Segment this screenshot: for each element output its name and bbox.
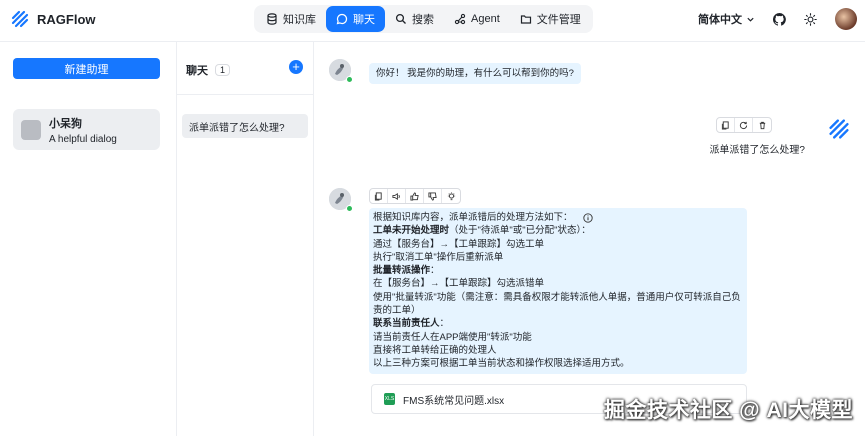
thumbs-down-icon <box>428 191 437 201</box>
assistant-name: 小呆狗 <box>49 117 82 130</box>
regenerate-button[interactable] <box>735 118 753 132</box>
refresh-icon <box>739 121 748 129</box>
app-logo[interactable]: RAGFlow <box>10 9 96 29</box>
conversation-item[interactable]: 派单派错了怎么处理? <box>182 114 308 138</box>
chat-window: 你好！ 我是你的助理，有什么可以帮到你的吗? 派单派错了怎么处理? 根据知识库内… <box>314 42 865 436</box>
ragflow-logo-icon <box>11 10 29 28</box>
thumbs-up-icon <box>410 191 419 201</box>
theme-toggle-icon[interactable] <box>804 12 817 26</box>
answer-line: 使用"批量转派"功能（需注意：需具备权限才能转派他人单据，普通用户仅可转派自己负… <box>373 291 741 317</box>
user-message-avatar-icon <box>829 119 849 139</box>
copy-button[interactable] <box>717 118 735 132</box>
read-aloud-button[interactable] <box>388 189 406 203</box>
chat-count-badge: 1 <box>215 64 231 76</box>
database-icon <box>267 13 277 25</box>
answer-section: 工单未开始处理时（处于"待派单"或"已分配"状态）： <box>373 224 741 237</box>
section-title: 批量转派操作 <box>373 265 431 277</box>
user-question: 派单派错了怎么处理? <box>709 145 805 156</box>
chat-list-header: 聊天 1 <box>186 62 231 78</box>
github-icon[interactable] <box>773 12 786 26</box>
copy-icon <box>374 191 382 201</box>
header-actions: 简体中文 <box>698 8 857 30</box>
nav-label: 知识库 <box>283 14 316 26</box>
chat-list-panel: 聊天 1 + 派单派错了怎么处理? <box>177 42 314 436</box>
greeting-text: 你好！ 我是你的助理，有什么可以帮到你的吗? <box>376 68 574 79</box>
like-button[interactable] <box>406 189 424 203</box>
app-name: RAGFlow <box>37 11 96 27</box>
delete-button[interactable] <box>753 118 771 132</box>
new-assistant-button[interactable]: 新建助理 <box>13 58 160 79</box>
answer-section: 联系当前责任人： <box>373 317 741 330</box>
nav-chat[interactable]: 聊天 <box>326 6 385 32</box>
answer-line: 执行"取消工单"操作后重新派单 <box>373 251 504 263</box>
assistant-avatar <box>21 119 41 140</box>
section-suffix: （处于"待派单"或"已分配"状态）： <box>449 225 591 237</box>
language-select[interactable]: 简体中文 <box>698 11 755 27</box>
user-message-toolbar <box>716 117 772 133</box>
conversation-title: 派单派错了怎么处理? <box>189 122 285 134</box>
section-suffix: ： <box>439 318 450 330</box>
nav-file-management[interactable]: 文件管理 <box>510 6 591 32</box>
language-label: 简体中文 <box>698 14 742 26</box>
answer-intro: 根据知识库内容，派单派错后的处理方法如下： <box>373 212 573 223</box>
divider <box>177 94 314 95</box>
answer-toolbar <box>369 188 461 204</box>
nav-agent[interactable]: Agent <box>444 6 510 32</box>
assistant-message-avatar <box>329 59 353 83</box>
info-icon[interactable] <box>582 212 593 223</box>
answer-line: 直接将工单转给正确的处理人 <box>373 344 497 356</box>
answer-message: 根据知识库内容，派单派错后的处理方法如下： 工单未开始处理时（处于"待派单"或"… <box>369 208 747 374</box>
answer-line: 通过【服务台】→【工单跟踪】勾选工单 <box>373 238 545 250</box>
assistant-card[interactable]: 小呆狗 A helpful dialog <box>13 109 160 150</box>
greeting-message: 你好！ 我是你的助理，有什么可以帮到你的吗? <box>369 63 581 85</box>
copy-icon <box>721 120 729 130</box>
nav-label: Agent <box>471 13 500 25</box>
top-bar: RAGFlow 知识库 聊天 搜索 Agent 文件管理 简体中文 <box>0 0 865 42</box>
main-nav: 知识库 聊天 搜索 Agent 文件管理 <box>254 5 593 33</box>
trash-icon <box>759 121 765 129</box>
speaker-icon <box>392 192 400 200</box>
nav-label: 聊天 <box>353 14 375 26</box>
prompt-button[interactable] <box>442 189 460 203</box>
folder-icon <box>520 15 531 24</box>
online-status-dot <box>346 205 353 212</box>
copy-button[interactable] <box>370 189 388 203</box>
answer-line: 请当前责任人在APP端使用"转派"功能 <box>373 331 532 343</box>
nav-label: 搜索 <box>412 14 434 26</box>
user-avatar[interactable] <box>835 8 857 30</box>
search-icon <box>395 13 406 24</box>
excel-file-icon: XLS <box>384 393 395 405</box>
chat-icon <box>336 13 348 25</box>
agent-icon <box>454 13 466 25</box>
section-suffix: ： <box>430 265 440 277</box>
assistant-description: A helpful dialog <box>49 133 117 145</box>
section-title: 联系当前责任人 <box>373 318 440 330</box>
nav-label: 文件管理 <box>536 14 581 26</box>
lightbulb-icon <box>447 191 455 200</box>
attachment-name: FMS系统常见问题.xlsx <box>403 395 505 407</box>
nav-search[interactable]: 搜索 <box>385 6 444 32</box>
nav-knowledge-base[interactable]: 知识库 <box>256 6 326 32</box>
answer-line: 在【服务台】→【工单跟踪】勾选派错单 <box>373 278 545 290</box>
section-title: 工单未开始处理时 <box>373 225 450 237</box>
add-chat-button[interactable]: + <box>289 60 303 74</box>
online-status-dot <box>346 76 353 83</box>
answer-section: 批量转派操作： <box>373 264 741 277</box>
watermark: 掘金技术社区 @ AI大模型 <box>603 399 853 422</box>
answer-conclusion: 以上三种方案可根据工单当前状态和操作权限选择适用方式。 <box>373 358 630 370</box>
assistant-panel: 新建助理 小呆狗 A helpful dialog <box>0 42 177 436</box>
chevron-down-icon <box>747 17 754 22</box>
dislike-button[interactable] <box>424 189 442 203</box>
chat-list-title: 聊天 <box>186 65 208 77</box>
assistant-message-avatar <box>329 188 353 212</box>
